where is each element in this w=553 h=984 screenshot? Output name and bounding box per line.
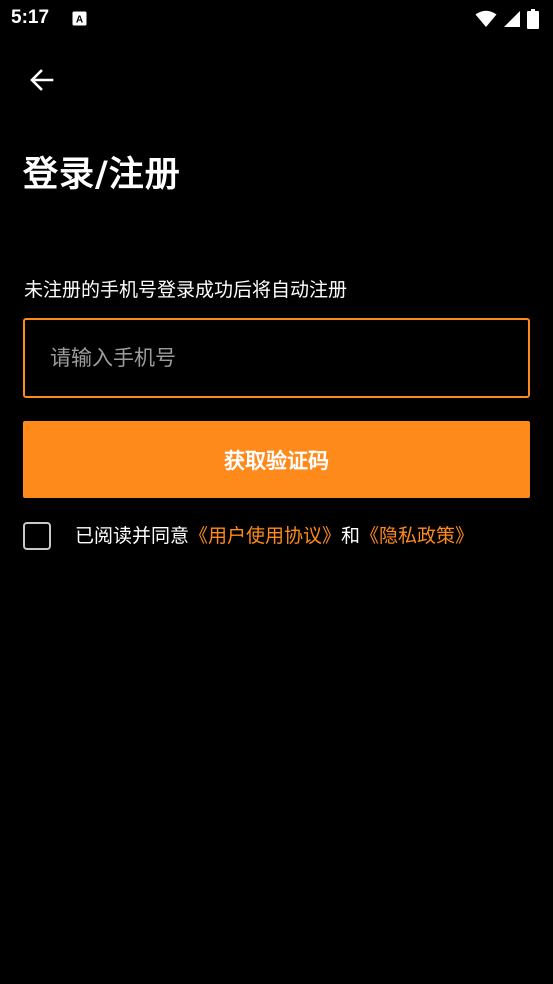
- get-code-button[interactable]: 获取验证码: [23, 421, 530, 498]
- user-agreement-link[interactable]: 《用户使用协议》: [189, 525, 341, 547]
- agree-checkbox[interactable]: [23, 522, 51, 550]
- agreement-row: 已阅读并同意《用户使用协议》和《隐私政策》: [23, 521, 474, 551]
- phone-field: [23, 318, 530, 398]
- wifi-icon: [475, 10, 497, 27]
- status-icons: [475, 9, 539, 29]
- agreement-conjunction: 和: [341, 525, 361, 547]
- privacy-policy-link[interactable]: 《隐私政策》: [360, 525, 474, 547]
- signal-icon: [504, 11, 520, 27]
- battery-icon: [527, 9, 539, 29]
- page-title: 登录/注册: [23, 155, 181, 195]
- agreement-text: 已阅读并同意《用户使用协议》和《隐私政策》: [75, 523, 474, 549]
- app-notification-icon: A: [72, 11, 87, 26]
- phone-input[interactable]: [25, 320, 528, 396]
- agreement-prefix: 已阅读并同意: [75, 525, 190, 547]
- status-time: 5:17: [11, 7, 50, 28]
- auto-register-hint: 未注册的手机号登录成功后将自动注册: [24, 279, 348, 301]
- status-bar: 5:17 A: [0, 0, 553, 38]
- arrow-left-icon: [30, 69, 54, 91]
- app-icon-letter: A: [76, 15, 83, 26]
- back-button[interactable]: [22, 60, 62, 100]
